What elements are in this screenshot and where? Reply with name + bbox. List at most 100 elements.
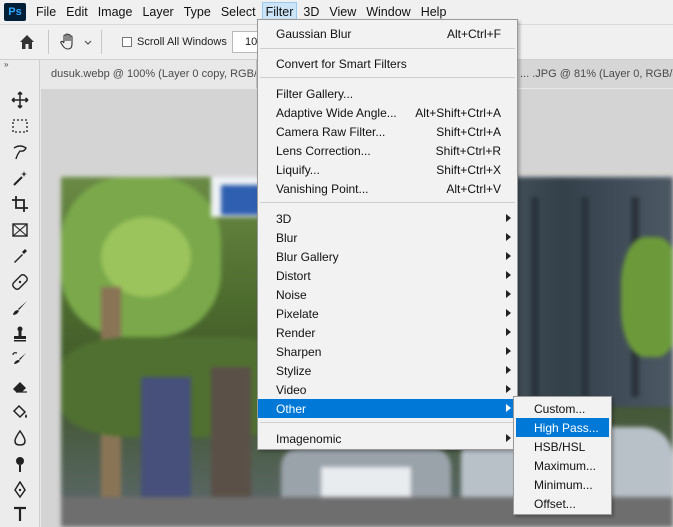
- menu-item-distort[interactable]: Distort: [258, 266, 517, 285]
- document-tab-jpg[interactable]: ... .JPG @ 81% (Layer 0, RGB/8#): [509, 60, 673, 88]
- brush-icon: [13, 301, 27, 315]
- photoshop-logo: Ps: [4, 3, 26, 21]
- menu-image[interactable]: Image: [94, 2, 137, 22]
- menu-item-lens-correction[interactable]: Lens Correction... Shift+Ctrl+R: [258, 141, 517, 160]
- menu-item-blur-gallery[interactable]: Blur Gallery: [258, 247, 517, 266]
- hand-tool-preset[interactable]: [57, 31, 79, 53]
- magic-wand-tool[interactable]: [8, 166, 32, 190]
- menu-item-other[interactable]: Other: [258, 399, 517, 418]
- submenu-arrow-icon: [506, 347, 511, 355]
- home-button[interactable]: [14, 29, 40, 55]
- panel-collapse-icon[interactable]: »: [0, 60, 40, 69]
- brush-tool[interactable]: [8, 296, 32, 320]
- menu-item-filter-gallery[interactable]: Filter Gallery...: [258, 84, 517, 103]
- submenu-arrow-icon: [506, 404, 511, 412]
- menu-item-video[interactable]: Video: [258, 380, 517, 399]
- submenu-arrow-icon: [506, 290, 511, 298]
- eraser-tool[interactable]: [8, 374, 32, 398]
- submenu-arrow-icon: [506, 309, 511, 317]
- clone-stamp-tool[interactable]: [8, 322, 32, 346]
- home-icon: [20, 35, 34, 49]
- stamp-icon: [14, 326, 26, 342]
- submenu-arrow-icon: [506, 434, 511, 442]
- menu-item-pixelate[interactable]: Pixelate: [258, 304, 517, 323]
- eyedropper-icon: [14, 249, 27, 263]
- dodge-icon: [16, 457, 24, 472]
- shortcut: Alt+Shift+Ctrl+A: [415, 106, 501, 120]
- move-tool[interactable]: [8, 88, 32, 112]
- submenu-item-minimum[interactable]: Minimum...: [516, 475, 609, 494]
- toolbar-divider: [101, 30, 102, 54]
- history-brush-icon: [12, 352, 26, 364]
- shortcut: Alt+Ctrl+V: [446, 182, 501, 196]
- menu-item-imagenomic[interactable]: Imagenomic: [258, 429, 517, 448]
- magic-wand-icon: [13, 171, 27, 186]
- hand-icon: [60, 33, 73, 50]
- document-tab-dusuk[interactable]: dusuk.webp @ 100% (Layer 0 copy, RGB/8#): [41, 60, 257, 88]
- menu-separator: [260, 422, 515, 423]
- submenu-item-hsb-hsl[interactable]: HSB/HSL: [516, 437, 609, 456]
- scroll-all-windows-checkbox[interactable]: [122, 37, 132, 47]
- pen-icon: [14, 481, 26, 499]
- history-brush-tool[interactable]: [8, 348, 32, 372]
- crop-tool[interactable]: [8, 192, 32, 216]
- menu-item-3d[interactable]: 3D: [258, 209, 517, 228]
- type-tool[interactable]: [8, 502, 32, 526]
- crop-icon: [12, 196, 28, 212]
- submenu-item-high-pass[interactable]: High Pass...: [516, 418, 609, 437]
- frame-tool[interactable]: [8, 218, 32, 242]
- menu-file[interactable]: File: [32, 2, 60, 22]
- type-icon: [14, 506, 26, 521]
- menu-item-render[interactable]: Render: [258, 323, 517, 342]
- filter-menu-dropdown: Gaussian Blur Alt+Ctrl+F Convert for Sma…: [257, 19, 518, 450]
- menu-item-gaussian-blur[interactable]: Gaussian Blur Alt+Ctrl+F: [258, 24, 517, 43]
- submenu-arrow-icon: [506, 366, 511, 374]
- eraser-icon: [13, 382, 27, 393]
- droplet-icon: [14, 429, 26, 446]
- submenu-item-offset[interactable]: Offset...: [516, 494, 609, 513]
- paint-bucket-tool[interactable]: [8, 400, 32, 424]
- submenu-arrow-icon: [506, 385, 511, 393]
- menu-layer[interactable]: Layer: [138, 2, 177, 22]
- blur-tool[interactable]: [8, 426, 32, 450]
- menu-item-stylize[interactable]: Stylize: [258, 361, 517, 380]
- move-icon: [11, 91, 29, 109]
- eyedropper-tool[interactable]: [8, 244, 32, 268]
- shortcut: Shift+Ctrl+X: [436, 163, 501, 177]
- frame-icon: [12, 223, 28, 237]
- other-submenu: Custom... High Pass... HSB/HSL Maximum..…: [513, 396, 612, 515]
- toolbar-divider: [48, 30, 49, 54]
- submenu-item-maximum[interactable]: Maximum...: [516, 456, 609, 475]
- shortcut: Alt+Ctrl+F: [446, 27, 501, 41]
- submenu-item-custom[interactable]: Custom...: [516, 399, 609, 418]
- pen-tool[interactable]: [8, 478, 32, 502]
- chevron-down-icon[interactable]: [83, 37, 93, 47]
- shortcut: Shift+Ctrl+A: [436, 125, 501, 139]
- marquee-icon: [12, 119, 28, 133]
- menu-item-liquify[interactable]: Liquify... Shift+Ctrl+X: [258, 160, 517, 179]
- zoom-level-field[interactable]: 100%: [232, 31, 260, 53]
- menu-item-noise[interactable]: Noise: [258, 285, 517, 304]
- menu-item-blur[interactable]: Blur: [258, 228, 517, 247]
- menu-item-convert-smart-filters[interactable]: Convert for Smart Filters: [258, 54, 517, 73]
- healing-brush-tool[interactable]: [8, 270, 32, 294]
- bandage-icon: [12, 274, 28, 290]
- menu-type[interactable]: Type: [180, 2, 215, 22]
- marquee-tool[interactable]: [8, 114, 32, 138]
- menu-item-adaptive-wide-angle[interactable]: Adaptive Wide Angle... Alt+Shift+Ctrl+A: [258, 103, 517, 122]
- submenu-arrow-icon: [506, 233, 511, 241]
- menu-separator: [260, 77, 515, 78]
- menu-item-camera-raw-filter[interactable]: Camera Raw Filter... Shift+Ctrl+A: [258, 122, 517, 141]
- lasso-tool[interactable]: [8, 140, 32, 164]
- menu-edit[interactable]: Edit: [62, 2, 92, 22]
- scroll-all-windows-option[interactable]: Scroll All Windows: [122, 36, 227, 48]
- lasso-icon: [13, 145, 27, 160]
- menu-item-vanishing-point[interactable]: Vanishing Point... Alt+Ctrl+V: [258, 179, 517, 198]
- menu-separator: [260, 48, 515, 49]
- menu-select[interactable]: Select: [217, 2, 260, 22]
- submenu-arrow-icon: [506, 328, 511, 336]
- submenu-arrow-icon: [506, 271, 511, 279]
- scroll-all-windows-label: Scroll All Windows: [137, 36, 227, 48]
- menu-item-sharpen[interactable]: Sharpen: [258, 342, 517, 361]
- dodge-tool[interactable]: [8, 452, 32, 476]
